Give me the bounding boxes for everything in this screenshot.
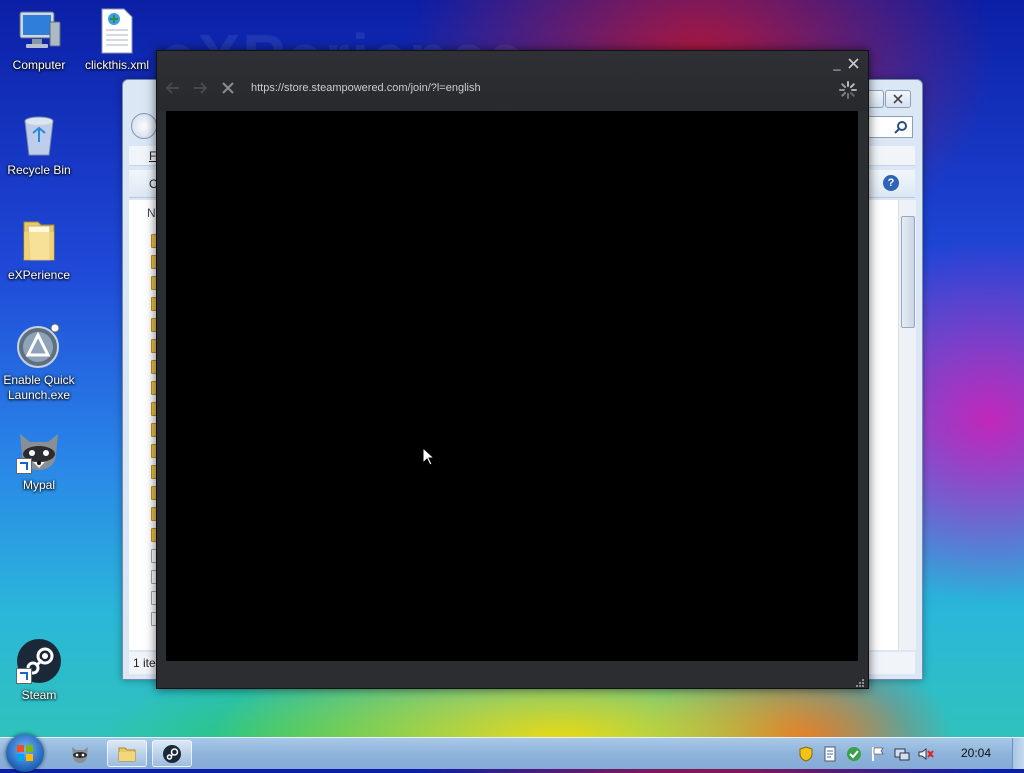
desktop-icon-mypal[interactable]: Mypal [0,428,78,493]
steam-page-viewport[interactable] [166,111,858,661]
explorer-folder-icon [118,747,136,762]
folder-icon [16,218,62,264]
search-icon [894,121,907,134]
xml-file-icon [94,8,140,54]
desktop-icon-label: Mypal [22,478,55,492]
desktop-icon-label: eXPerience [7,268,71,282]
mypal-raccoon-icon [16,428,62,474]
windows-logo-icon [17,745,33,761]
taskbar: 20:04 [0,734,1024,772]
explorer-scrollbar[interactable] [898,200,916,650]
forward-arrow-icon [194,82,208,94]
back-arrow-icon [165,82,179,94]
steam-icon [163,745,181,763]
desktop-icon-experience-folder[interactable]: eXPerience [0,218,78,283]
column-header-name[interactable]: N [147,206,156,220]
explorer-back-button[interactable] [131,113,157,139]
taskbar-steam-button[interactable] [152,740,192,767]
status-item-count: 1 ite [133,656,156,670]
steam-minimize-button[interactable]: _ [831,57,843,70]
desktop-icon-steam[interactable]: Steam [0,638,78,703]
taskbar-explorer-button[interactable] [107,740,147,767]
steam-window-titlebar[interactable] [157,51,868,111]
desktop-icon-label: clickthis.xml [84,58,149,72]
desktop-icon-label: Computer [12,58,66,72]
start-button[interactable] [6,734,44,772]
tray-volume-muted-icon[interactable] [918,746,934,762]
steam-stop-button[interactable] [219,79,237,99]
quick-launch-app-icon [16,323,62,369]
desktop-icon-label: Recycle Bin [7,163,71,177]
stop-icon [222,82,234,94]
tray-security-shield-icon[interactable] [798,746,814,762]
steam-forward-button[interactable] [192,79,210,99]
desktop-icon-clickthis-xml[interactable]: clickthis.xml [78,8,156,73]
shortcut-arrow-icon [16,668,32,684]
shortcut-arrow-icon [16,458,32,474]
tray-notes-icon[interactable] [822,746,838,762]
tray-network-icon[interactable] [894,746,910,762]
taskbar-mypal-button[interactable] [60,740,100,767]
mypal-raccoon-icon [72,747,88,763]
desktop-icon-recycle-bin[interactable]: Recycle Bin [0,113,78,178]
desktop-icon-enable-quick-launch[interactable]: Enable Quick Launch.exe [0,323,78,403]
recycle-bin-icon [16,113,62,159]
explorer-close-button[interactable] [885,90,911,108]
desktop-icon-label: Enable Quick Launch.exe [3,373,75,402]
resize-grip-icon[interactable] [854,674,864,687]
desktop-icon-label: Steam [21,688,57,702]
close-icon [893,94,903,104]
scrollbar-thumb[interactable] [901,216,915,328]
steam-web-window[interactable]: _ https://store.steampowered.com/join/?l… [156,50,869,689]
loading-spinner-icon [838,80,858,100]
steam-icon [16,638,62,684]
steam-url-field: https://store.steampowered.com/join/?l=e… [251,82,481,94]
close-icon [847,58,859,69]
desktop-icon-computer[interactable]: Computer [0,8,78,73]
tray-action-center-flag-icon[interactable] [870,746,886,762]
help-icon[interactable]: ? [883,175,899,191]
computer-icon [16,8,62,54]
mouse-cursor-icon [422,446,436,467]
show-desktop-button[interactable] [1012,738,1024,769]
steam-back-button[interactable] [163,79,181,99]
steam-close-button[interactable] [847,58,859,70]
taskbar-clock[interactable]: 20:04 [951,738,1001,769]
tray-defender-icon[interactable] [846,746,862,762]
